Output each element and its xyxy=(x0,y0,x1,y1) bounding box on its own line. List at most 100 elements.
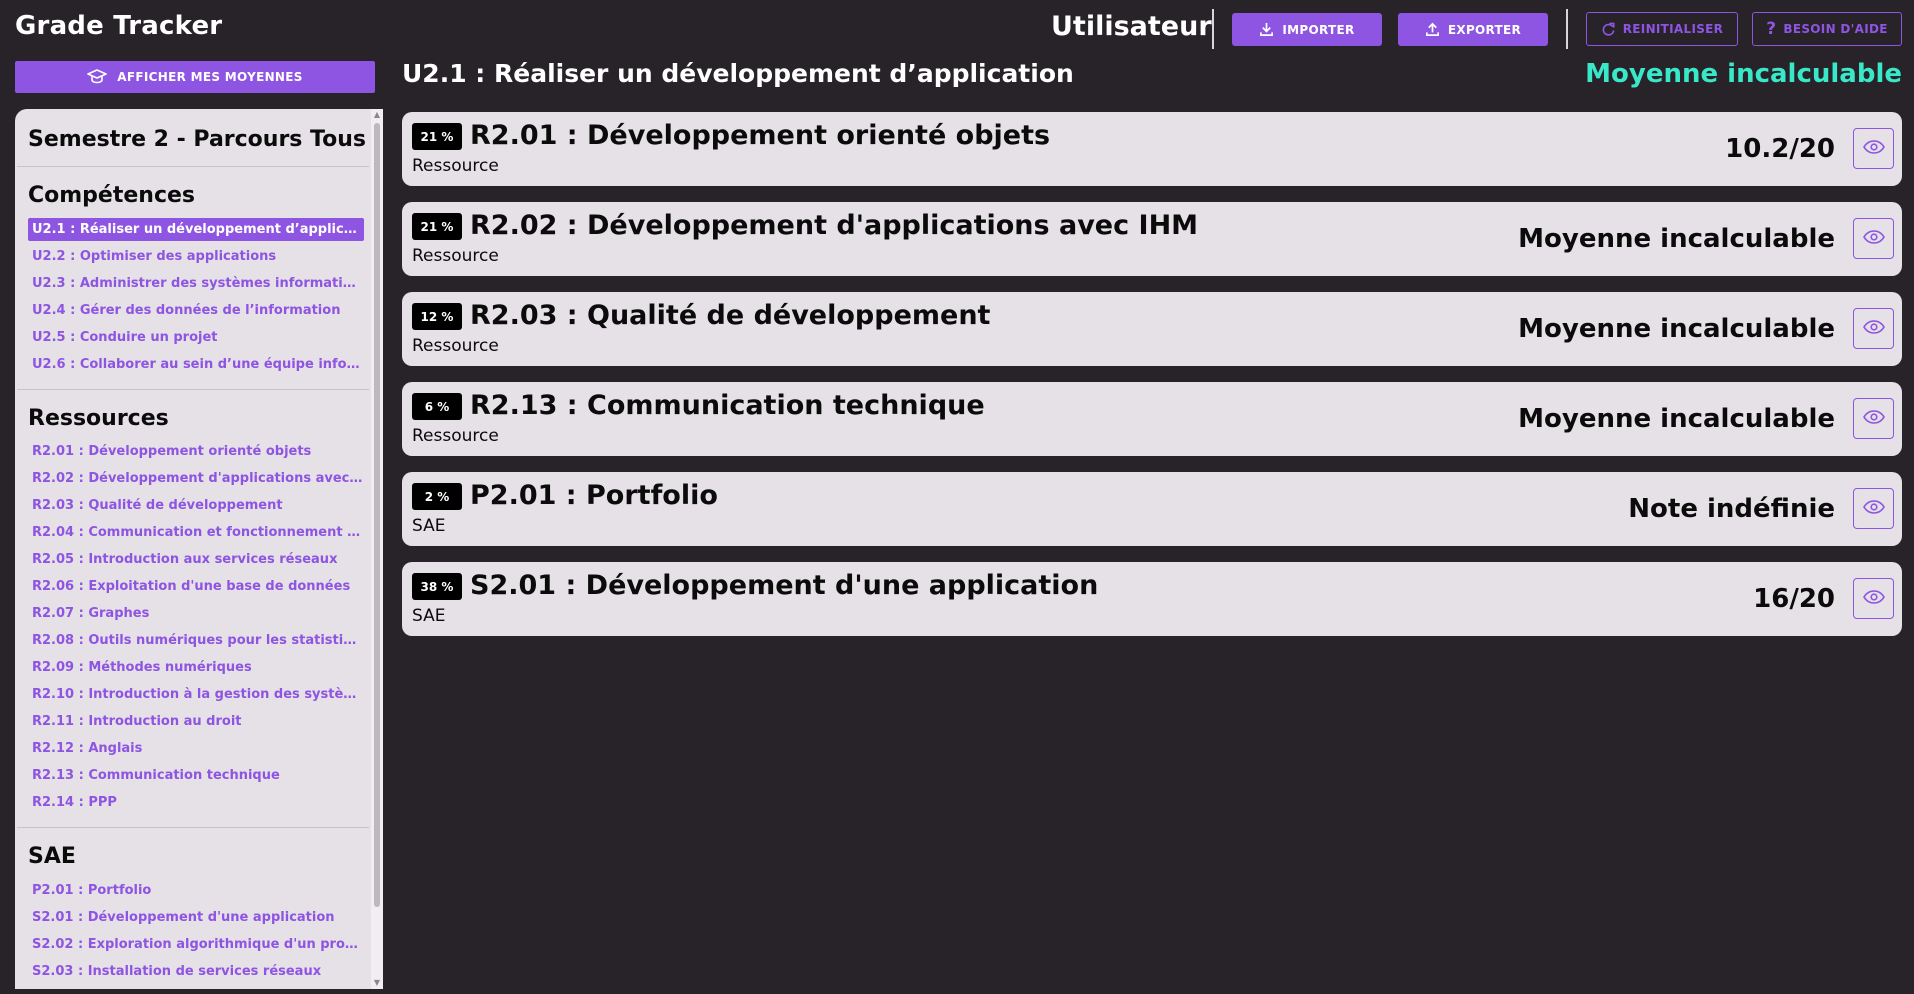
sidebar-item-ressource[interactable]: R2.05 : Introduction aux services réseau… xyxy=(28,548,364,571)
module-card: 12 % R2.03 : Qualité de développement Re… xyxy=(402,292,1902,366)
sidebar-divider xyxy=(17,827,369,828)
sidebar-item-competence[interactable]: U2.4 : Gérer des données de l’informatio… xyxy=(28,299,364,322)
eye-icon xyxy=(1862,139,1885,158)
eye-icon xyxy=(1862,229,1885,248)
upload-icon xyxy=(1425,22,1440,37)
sidebar-item-ressource[interactable]: R2.11 : Introduction au droit xyxy=(28,710,364,733)
sidebar-item-ressource[interactable]: R2.06 : Exploitation d'une base de donné… xyxy=(28,575,364,598)
scroll-up-arrow-icon[interactable]: ▲ xyxy=(371,109,383,121)
module-title: R2.01 : Développement orienté objets xyxy=(470,120,1051,151)
sidebar-item-ressource[interactable]: R2.09 : Méthodes numériques xyxy=(28,656,364,679)
sidebar-item-ressource[interactable]: R2.04 : Communication et fonctionnement … xyxy=(28,521,364,544)
sidebar: Semestre 2 - Parcours Tous Compétences U… xyxy=(15,109,383,989)
sidebar-item-ressource[interactable]: R2.14 : PPP xyxy=(28,791,364,814)
user-label[interactable]: Utilisateur xyxy=(1051,11,1212,42)
view-details-button[interactable] xyxy=(1853,308,1894,349)
module-grade: Moyenne incalculable xyxy=(1518,224,1835,254)
module-title: S2.01 : Développement d'une application xyxy=(470,570,1099,601)
scroll-thumb[interactable] xyxy=(374,123,380,907)
sidebar-item-ressource[interactable]: R2.13 : Communication technique xyxy=(28,764,364,787)
module-type: Ressource xyxy=(412,336,499,356)
module-type: Ressource xyxy=(412,156,499,176)
help-button[interactable]: ? BESOIN D'AIDE xyxy=(1752,12,1902,46)
view-details-button[interactable] xyxy=(1853,398,1894,439)
sidebar-item-competence[interactable]: U2.6 : Collaborer au sein d’une équipe i… xyxy=(28,353,364,376)
module-card: 6 % R2.13 : Communication technique Ress… xyxy=(402,382,1902,456)
show-averages-label: AFFICHER MES MOYENNES xyxy=(117,70,303,84)
sidebar-item-competence[interactable]: U2.1 : Réaliser un développement d’appli… xyxy=(28,218,364,241)
weight-badge: 21 % xyxy=(412,123,462,150)
view-details-button[interactable] xyxy=(1853,488,1894,529)
sidebar-divider xyxy=(17,166,369,167)
module-card: 21 % R2.02 : Développement d'application… xyxy=(402,202,1902,276)
eye-icon xyxy=(1862,499,1885,518)
weight-badge: 6 % xyxy=(412,393,462,420)
module-title: P2.01 : Portfolio xyxy=(470,480,718,511)
view-details-button[interactable] xyxy=(1853,578,1894,619)
eye-icon xyxy=(1862,589,1885,608)
sidebar-item-competence[interactable]: U2.3 : Administrer des systèmes informat… xyxy=(28,272,364,295)
weight-badge: 21 % xyxy=(412,213,462,240)
eye-icon xyxy=(1862,319,1885,338)
module-card: 2 % P2.01 : Portfolio SAE Note indéfinie xyxy=(402,472,1902,546)
module-grade: Moyenne incalculable xyxy=(1518,404,1835,434)
competences-heading: Compétences xyxy=(28,183,196,208)
export-button[interactable]: EXPORTER xyxy=(1398,13,1548,46)
import-label: IMPORTER xyxy=(1282,22,1355,37)
module-grade: Note indéfinie xyxy=(1628,494,1835,524)
module-title: R2.02 : Développement d'applications ave… xyxy=(470,210,1199,241)
header-divider xyxy=(1212,9,1214,49)
sae-heading: SAE xyxy=(28,844,76,869)
app-header: Grade Tracker Utilisateur IMPORTER EXPOR… xyxy=(0,0,1914,58)
weight-badge: 2 % xyxy=(412,483,462,510)
eye-icon xyxy=(1862,409,1885,428)
help-label: BESOIN D'AIDE xyxy=(1783,22,1888,36)
download-icon xyxy=(1259,22,1274,37)
sidebar-item-sae[interactable]: S2.01 : Développement d'une application xyxy=(28,906,364,929)
sidebar-item-ressource[interactable]: R2.01 : Développement orienté objets xyxy=(28,440,364,463)
reset-button[interactable]: REINITIALISER xyxy=(1586,12,1738,46)
sidebar-item-sae[interactable]: S2.02 : Exploration algorithmique d'un p… xyxy=(28,933,364,956)
refresh-icon xyxy=(1601,22,1616,37)
competence-average: Moyenne incalculable xyxy=(1585,59,1902,89)
question-icon: ? xyxy=(1766,18,1777,39)
view-details-button[interactable] xyxy=(1853,218,1894,259)
module-type: Ressource xyxy=(412,426,499,446)
sidebar-item-sae[interactable]: S2.03 : Installation de services réseaux xyxy=(28,960,364,983)
module-grade: 16/20 xyxy=(1753,584,1835,614)
reset-label: REINITIALISER xyxy=(1622,22,1724,36)
module-type: SAE xyxy=(412,516,446,536)
graduation-cap-icon xyxy=(87,68,108,87)
sidebar-scrollbar[interactable]: ▲ ▼ xyxy=(371,109,383,989)
module-card: 21 % R2.01 : Développement orienté objet… xyxy=(402,112,1902,186)
sidebar-content: Semestre 2 - Parcours Tous Compétences U… xyxy=(15,109,371,989)
page-title: U2.1 : Réaliser un développement d’appli… xyxy=(402,59,1074,88)
sidebar-item-ressource[interactable]: R2.12 : Anglais xyxy=(28,737,364,760)
sidebar-item-ressource[interactable]: R2.08 : Outils numériques pour les stati… xyxy=(28,629,364,652)
sidebar-item-ressource[interactable]: R2.02 : Développement d'applications ave… xyxy=(28,467,364,490)
sidebar-item-competence[interactable]: U2.5 : Conduire un projet xyxy=(28,326,364,349)
weight-badge: 12 % xyxy=(412,303,462,330)
module-card: 38 % S2.01 : Développement d'une applica… xyxy=(402,562,1902,636)
module-title: R2.13 : Communication technique xyxy=(470,390,985,421)
export-label: EXPORTER xyxy=(1447,22,1522,37)
sidebar-item-competence[interactable]: U2.2 : Optimiser des applications xyxy=(28,245,364,268)
header-divider xyxy=(1566,9,1568,49)
scroll-down-arrow-icon[interactable]: ▼ xyxy=(371,977,383,989)
sidebar-item-ressource[interactable]: R2.03 : Qualité de développement xyxy=(28,494,364,517)
weight-badge: 38 % xyxy=(412,573,462,600)
module-grade: Moyenne incalculable xyxy=(1518,314,1835,344)
sidebar-item-sae[interactable]: P2.01 : Portfolio xyxy=(28,879,364,902)
module-type: Ressource xyxy=(412,246,499,266)
semester-title: Semestre 2 - Parcours Tous xyxy=(28,127,367,152)
view-details-button[interactable] xyxy=(1853,128,1894,169)
ressources-heading: Ressources xyxy=(28,406,169,431)
module-grade: 10.2/20 xyxy=(1725,134,1835,164)
import-button[interactable]: IMPORTER xyxy=(1232,13,1382,46)
sidebar-item-ressource[interactable]: R2.07 : Graphes xyxy=(28,602,364,625)
sidebar-divider xyxy=(17,389,369,390)
sidebar-item-ressource[interactable]: R2.10 : Introduction à la gestion des sy… xyxy=(28,683,364,706)
module-type: SAE xyxy=(412,606,446,626)
module-title: R2.03 : Qualité de développement xyxy=(470,300,991,331)
show-averages-button[interactable]: AFFICHER MES MOYENNES xyxy=(15,61,375,93)
